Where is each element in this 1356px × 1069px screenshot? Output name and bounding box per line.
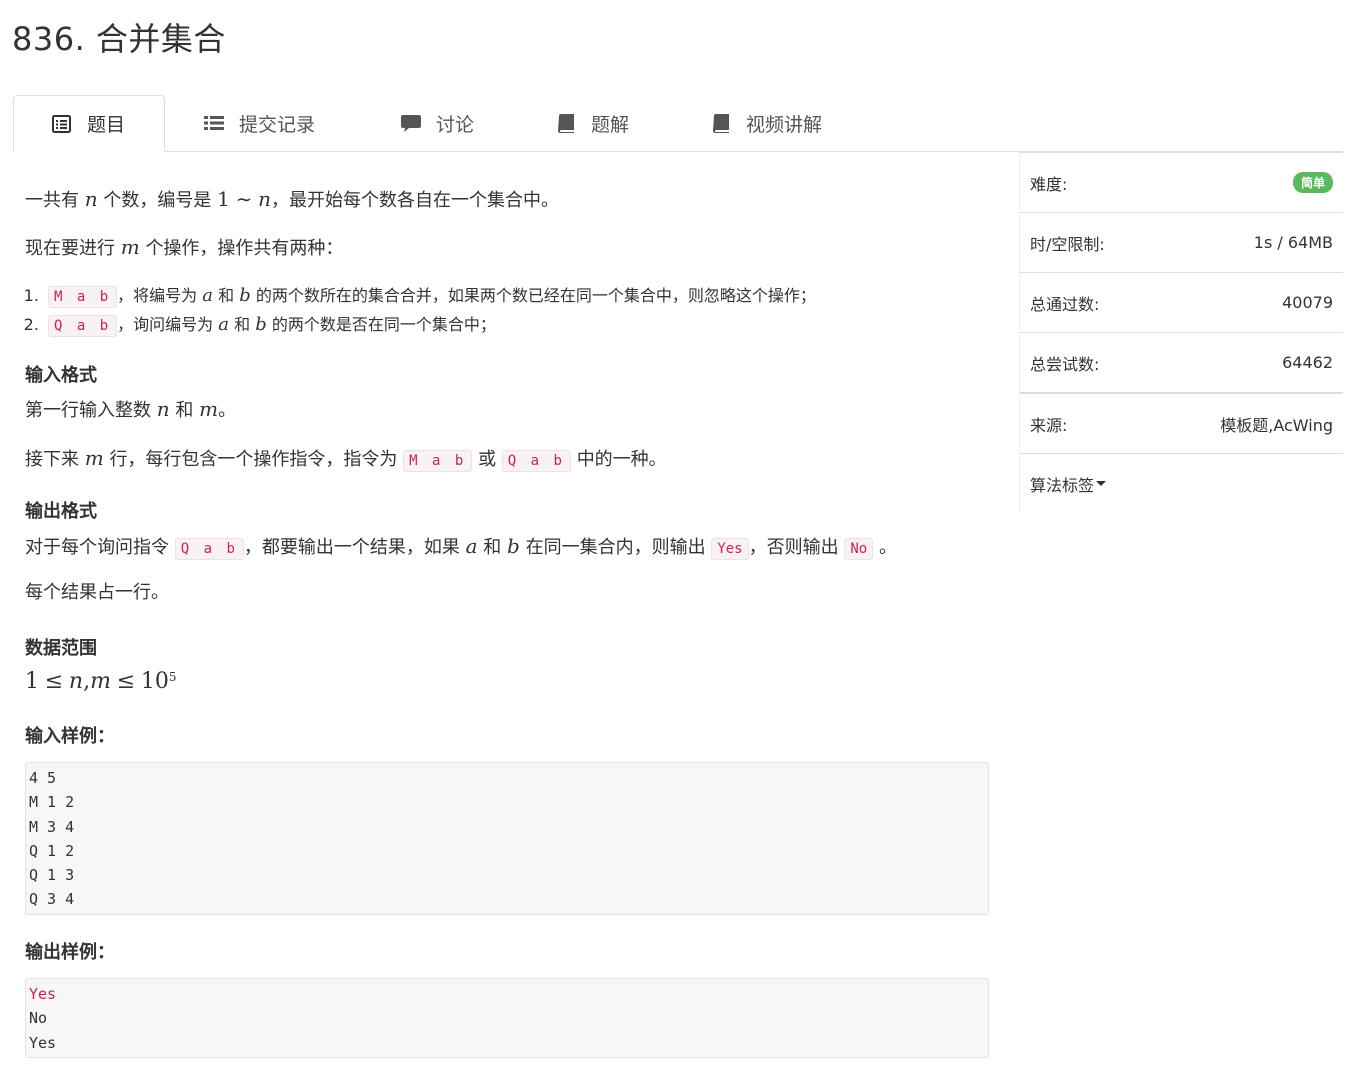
difficulty-label: 难度: — [1030, 174, 1068, 194]
sample-output-heading: 输出样例： — [25, 942, 115, 963]
book-icon — [555, 112, 577, 134]
sample-line: M 3 4 — [29, 817, 75, 836]
sample-output-block: Yes No Yes — [25, 978, 989, 1058]
sample-line: Yes — [29, 1033, 57, 1052]
list-item: M a b，将编号为 a 和 b 的两个数所在的集合合并，如果两个数已经在同一个… — [44, 282, 994, 311]
tab-submissions[interactable]: 提交记录 — [203, 95, 315, 151]
sample-line: Q 3 4 — [29, 890, 75, 909]
tab-label: 视频讲解 — [746, 113, 823, 136]
operation-list: M a b，将编号为 a 和 b 的两个数所在的集合合并，如果两个数已经在同一个… — [25, 282, 994, 340]
problem-tabs: 题目 提交记录 讨论 题解 视频讲解 — [13, 95, 1342, 152]
sample-line: No — [29, 1009, 48, 1028]
sample-line: M 1 2 — [29, 793, 75, 812]
source-value: 模板题,AcWing — [1220, 415, 1333, 435]
tab-video[interactable]: 视频讲解 — [710, 95, 822, 151]
sample-line: Q 1 3 — [29, 866, 75, 885]
sample-input-block: 4 5 M 1 2 M 3 4 Q 1 2 Q 1 3 Q 3 4 — [25, 762, 989, 915]
passed-label: 总通过数: — [1030, 294, 1100, 314]
passed-value: 40079 — [1282, 293, 1333, 312]
tab-discussion[interactable]: 讨论 — [400, 95, 474, 151]
sample-input-heading: 输入样例： — [25, 726, 115, 747]
list-icon — [203, 112, 225, 134]
source-label: 来源: — [1030, 415, 1068, 435]
page-title: 836. 合并集合 — [12, 20, 226, 58]
description-line-1: 一共有 n 个数，编号是 1 ∼ n，最开始每个数各自在一个集合中。 — [25, 187, 559, 211]
output-format-line-2: 每个结果占一行。 — [25, 582, 169, 603]
range-heading: 数据范围 — [25, 638, 97, 659]
limit-row: 时/空限制: 1s / 64MB — [1020, 212, 1343, 272]
tab-label: 讨论 — [436, 113, 475, 136]
difficulty-badge: 简单 — [1292, 172, 1333, 193]
sample-line: 4 5 — [29, 769, 57, 787]
problem-info-panel: 难度: 简单 时/空限制: 1s / 64MB 总通过数: 40079 总尝试数… — [1019, 151, 1343, 513]
tab-label: 题解 — [591, 113, 630, 136]
input-format-line-1: 第一行输入整数 n 和 m。 — [25, 397, 237, 421]
tried-row: 总尝试数: 64462 — [1020, 332, 1343, 392]
difficulty-row: 难度: 简单 — [1020, 151, 1343, 212]
description-line-2: 现在要进行 m 个操作，操作共有两种： — [25, 235, 344, 259]
tried-label: 总尝试数: — [1030, 354, 1100, 374]
tab-label: 提交记录 — [239, 113, 316, 136]
limit-label: 时/空限制: — [1030, 234, 1105, 254]
output-format-heading: 输出格式 — [25, 501, 97, 522]
tab-solutions[interactable]: 题解 — [555, 95, 629, 151]
tab-label: 题目 — [87, 114, 126, 136]
list-alt-icon — [51, 113, 73, 135]
input-format-line-2: 接下来 m 行，每行包含一个操作指令，指令为 M a b 或 Q a b 中的一… — [25, 446, 667, 472]
tags-label: 算法标签 — [1030, 475, 1095, 495]
caret-down-icon — [1096, 481, 1107, 486]
limit-value: 1s / 64MB — [1253, 233, 1333, 252]
comment-icon — [400, 112, 422, 134]
sample-line: Yes — [29, 985, 57, 1003]
range-formula: 1 ≤ n,m ≤ 105 — [25, 669, 177, 694]
tab-problem[interactable]: 题目 — [13, 95, 165, 152]
list-item: Q a b，询问编号为 a 和 b 的两个数是否在同一个集合中； — [44, 311, 994, 340]
passed-row: 总通过数: 40079 — [1020, 272, 1343, 332]
input-format-heading: 输入格式 — [25, 365, 97, 386]
book-icon — [710, 112, 732, 134]
source-row: 来源: 模板题,AcWing — [1020, 392, 1343, 453]
output-format-line-1: 对于每个询问指令 Q a b ，都要输出一个结果，如果 a 和 b 在同一集合内，… — [25, 534, 897, 560]
tags-toggle[interactable]: 算法标签 — [1020, 453, 1343, 513]
sample-line: Q 1 2 — [29, 841, 75, 860]
tried-value: 64462 — [1282, 353, 1333, 372]
